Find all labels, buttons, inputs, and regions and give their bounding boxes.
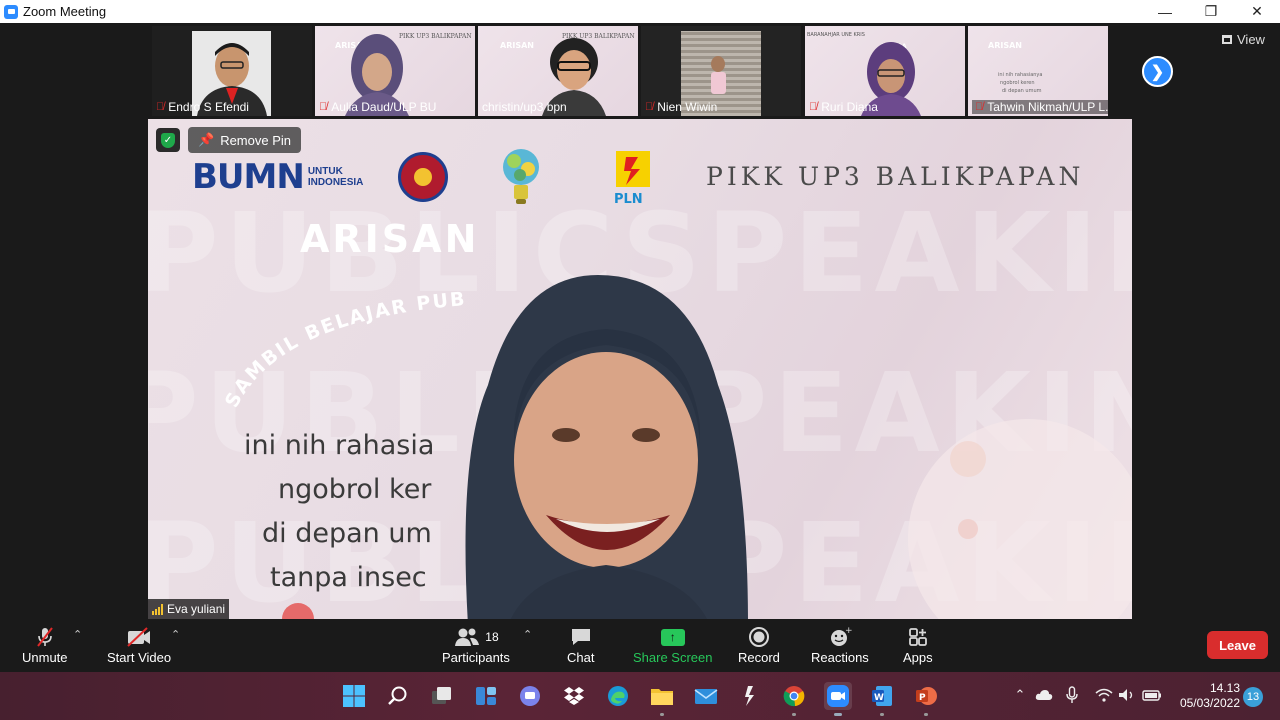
dropbox-icon[interactable]: [560, 682, 588, 710]
close-icon[interactable]: ✕: [1234, 0, 1280, 23]
maximize-icon[interactable]: ❐: [1188, 0, 1234, 23]
svg-text:ini nih rahasianya: ini nih rahasianya: [998, 72, 1042, 78]
participants-count: 18: [485, 630, 499, 644]
participant-tile[interactable]: 🎙̸ Endro S Efendi: [152, 26, 312, 116]
participants-options-caret[interactable]: ⌃: [523, 628, 532, 641]
svg-text:ngobrol keren: ngobrol keren: [1000, 80, 1035, 86]
muted-microphone-icon: [33, 624, 57, 650]
muted-mic-icon: 🎙̸: [645, 101, 654, 113]
file-explorer-icon[interactable]: [648, 682, 676, 716]
svg-text:PLN: PLN: [614, 192, 643, 207]
record-icon: [748, 624, 770, 650]
start-video-button[interactable]: Start Video: [107, 624, 171, 665]
svg-text:ARISAN: ARISAN: [500, 41, 534, 50]
share-screen-icon: ↑: [660, 624, 685, 650]
participant-name: christin/up3 bpn: [482, 100, 567, 114]
task-view-icon[interactable]: [428, 682, 456, 710]
slide-body-text: ini nih rahasia ngobrol ker di depan um …: [244, 430, 435, 593]
participant-name: 🎙̸ Aulia Daud/ULP BU: [319, 100, 437, 114]
participants-icon: 18: [453, 624, 499, 650]
windows-taskbar: W P ⌃ 14.13 05/03/2022 13: [0, 672, 1280, 720]
participant-name: 🎙̸ Tahwin Nikmah/ULP L...: [972, 100, 1108, 114]
speaker-video: [465, 275, 748, 619]
leave-button[interactable]: Leave: [1207, 631, 1268, 659]
participant-tile[interactable]: PIKK UP3 BALIKPAPAN ARISAN christin/up3 …: [478, 26, 638, 116]
search-icon[interactable]: [384, 682, 412, 710]
lightbulb-logo: [503, 149, 539, 204]
pin-icon: 📌: [198, 132, 215, 147]
zoom-taskbar-icon[interactable]: [824, 682, 852, 716]
svg-text:PIKK UP3 BALIKPAPAN: PIKK UP3 BALIKPAPAN: [399, 33, 472, 40]
grid-view-icon: [1222, 35, 1232, 44]
encryption-shield-icon[interactable]: [156, 128, 180, 152]
svg-text:SAMBIL BELAJAR PUBLIC SPE: SAMBIL BELAJAR PUBLIC SPE: [218, 269, 467, 411]
view-button[interactable]: View: [1222, 32, 1265, 47]
remove-pin-button[interactable]: 📌 Remove Pin: [188, 127, 301, 153]
battery-icon[interactable]: [1141, 682, 1163, 708]
onedrive-cloud-icon[interactable]: [1033, 682, 1055, 708]
audio-options-caret[interactable]: ⌃: [73, 628, 82, 641]
word-icon[interactable]: W: [868, 682, 896, 716]
next-page-button[interactable]: ❯: [1142, 56, 1173, 87]
participant-tile[interactable]: 🎙̸ Nien Wiwin: [641, 26, 801, 116]
participant-name: 🎙̸ Nien Wiwin: [645, 100, 718, 114]
window-title: Zoom Meeting: [23, 4, 107, 19]
participant-name: 🎙̸ Ruri Diana: [809, 100, 878, 114]
muted-mic-icon: 🎙̸: [319, 101, 328, 113]
meeting-toolbar: Unmute ⌃ Start Video ⌃ 18 Participants ⌃…: [0, 620, 1280, 672]
muted-mic-icon: 🎙̸: [156, 101, 165, 113]
meeting-area: 🎙̸ Endro S Efendi PIKK UP3 BALIKPAPAN AR…: [0, 23, 1280, 620]
svg-text:P: P: [919, 693, 926, 703]
participant-name: 🎙̸ Endro S Efendi: [156, 100, 249, 114]
record-button[interactable]: Record: [738, 624, 780, 665]
svg-text:+: +: [845, 626, 852, 636]
powerpoint-icon[interactable]: P: [912, 682, 940, 716]
edge-browser-icon[interactable]: [604, 682, 632, 710]
participant-tile[interactable]: ARISAN ini nih rahasianya ngobrol keren …: [968, 26, 1108, 116]
muted-mic-icon: 🎙̸: [975, 101, 984, 113]
participant-tile[interactable]: BARANAHJAR UNE KRIS NAZIRA 🎙̸ Ruri Diana: [805, 26, 965, 116]
svg-text:ARISAN: ARISAN: [988, 41, 1022, 50]
apps-icon: [907, 624, 929, 650]
window-title-bar: Zoom Meeting — ❐ ✕: [0, 0, 1280, 23]
reactions-button[interactable]: + Reactions: [811, 624, 869, 665]
windows-start-icon[interactable]: [340, 682, 368, 710]
mail-icon[interactable]: [692, 682, 720, 710]
main-video: PUBLICSPEAKIN PUBLICSPEAKIN PUBLICSPEAKI…: [148, 119, 1132, 619]
chevron-right-icon: ❯: [1150, 63, 1165, 81]
participants-button[interactable]: 18 Participants: [442, 624, 510, 665]
pln-logo: PLN: [614, 151, 650, 207]
teams-chat-icon[interactable]: [516, 682, 544, 710]
participant-tile[interactable]: PIKK UP3 BALIKPAPAN ARISAN 🎙̸ Aulia Daud…: [315, 26, 475, 116]
svg-text:BARANAHJAR UNE KRIS: BARANAHJAR UNE KRIS: [807, 32, 865, 38]
widgets-icon[interactable]: [472, 682, 500, 710]
slide-org-title: PIKK UP3 BALIKPAPAN: [706, 162, 1085, 191]
unmute-button[interactable]: Unmute: [22, 624, 68, 665]
chrome-icon[interactable]: [780, 682, 808, 716]
share-screen-button[interactable]: ↑ Share Screen: [633, 624, 713, 665]
zoom-app-icon: [4, 4, 18, 19]
video-options-caret[interactable]: ⌃: [171, 628, 180, 641]
volume-icon[interactable]: [1116, 682, 1138, 708]
video-off-icon: [125, 624, 153, 650]
organization-emblem-logo: [398, 152, 448, 202]
wifi-icon[interactable]: [1093, 682, 1115, 708]
system-clock[interactable]: 14.13 05/03/2022: [1170, 681, 1240, 711]
reactions-smiley-icon: +: [828, 624, 852, 650]
signal-strength-icon: [152, 603, 163, 615]
microphone-tray-icon[interactable]: [1061, 682, 1083, 708]
bumn-logo: BUMN UNTUK INDONESIA: [192, 157, 364, 197]
muted-mic-icon: 🎙̸: [809, 101, 818, 113]
svg-text:di depan umum: di depan umum: [1002, 88, 1042, 94]
active-speaker-label: Eva yuliani: [148, 599, 230, 619]
svg-text:W: W: [874, 693, 884, 703]
minimize-icon[interactable]: —: [1142, 0, 1188, 23]
window-controls: — ❐ ✕: [1142, 0, 1280, 23]
winamp-icon[interactable]: [736, 682, 764, 710]
chat-button[interactable]: Chat: [567, 624, 594, 665]
chat-icon: [570, 624, 592, 650]
apps-button[interactable]: Apps: [903, 624, 933, 665]
notification-badge[interactable]: 13: [1243, 687, 1263, 707]
chevron-up-icon[interactable]: ⌃: [1009, 682, 1031, 708]
